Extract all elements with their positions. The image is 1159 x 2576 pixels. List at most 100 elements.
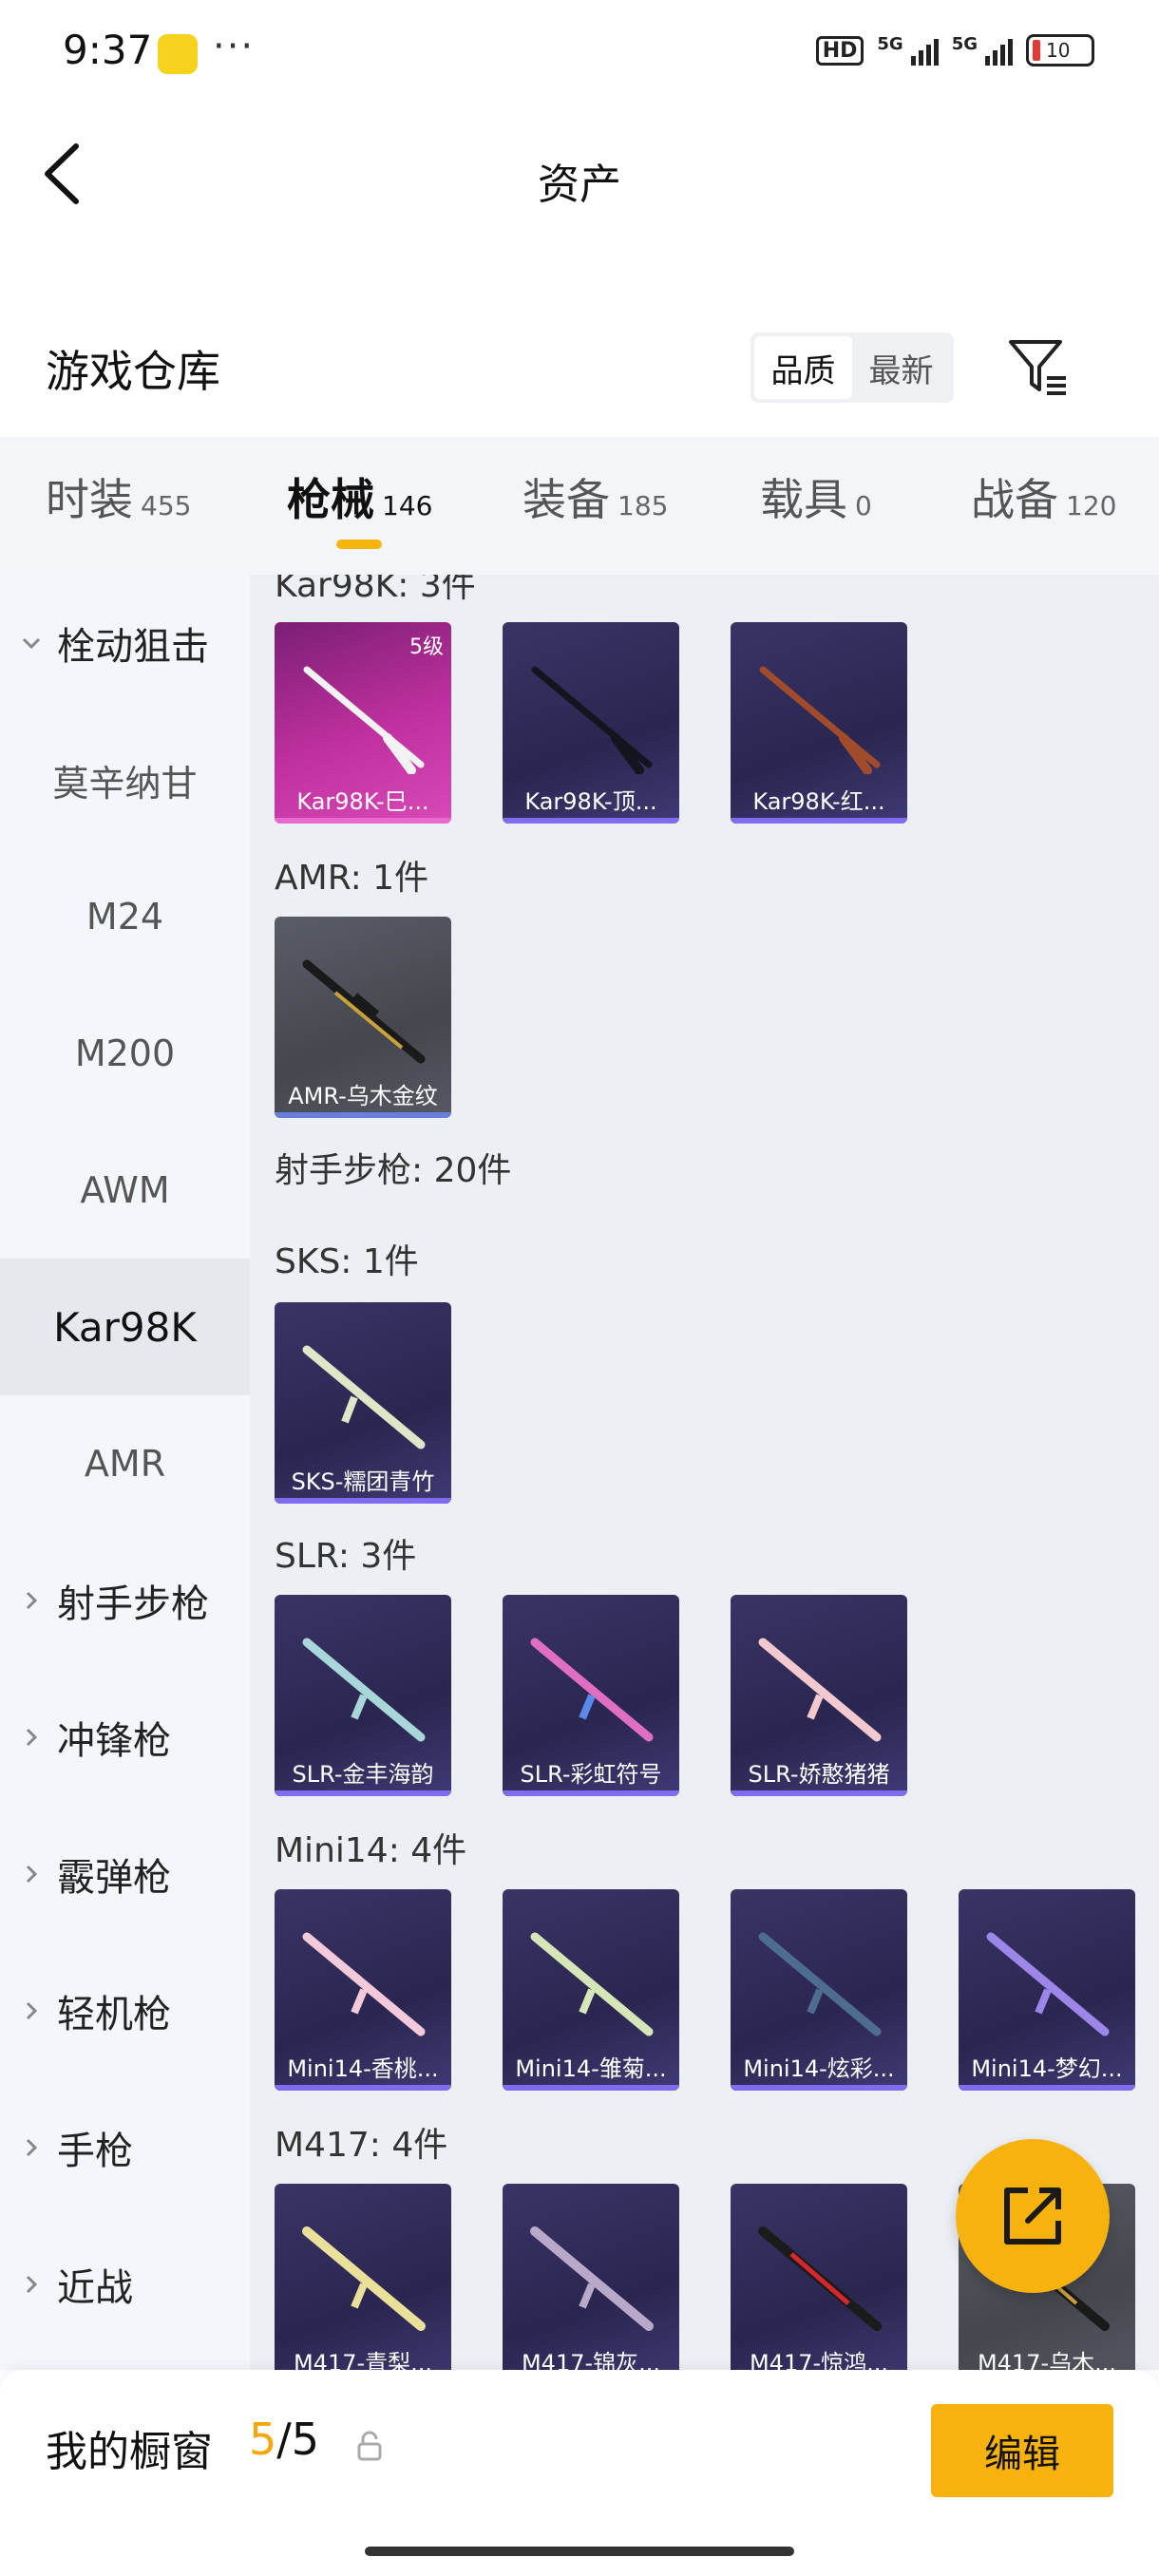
tab-vehicles[interactable]: 载具 0 [760,465,872,528]
share-icon [1004,2188,1061,2245]
section-label: 射手步枪: 20件 [275,1151,512,1190]
home-indicator[interactable] [365,2547,794,2556]
weapon-card[interactable]: Kar98K-红... [731,622,907,824]
section-label: Kar98K: 3件 [275,575,476,605]
weapon-card[interactable]: M417-青梨... [275,2184,451,2370]
status-bar: 9:37 ··· HD 5G 5G 10 [0,0,1159,104]
edit-button[interactable]: 编辑 [931,2404,1113,2497]
card-name: SLR-娇憨猪猪 [748,1761,890,1788]
tab-label: 载具 [760,474,847,525]
rifle-icon [302,1345,426,1449]
tab-equipment[interactable]: 装备 185 [522,465,668,528]
app-notification-icon [158,34,198,74]
tab-fashion[interactable]: 时装 455 [46,465,191,528]
hd-voice-icon: HD [815,35,864,66]
sidebar-group-shotgun[interactable]: 霰弹枪 [0,1806,250,1942]
signal-icon-2 [985,35,1013,66]
warehouse-title: 游戏仓库 [46,346,220,397]
chevron-right-icon [26,1591,38,1610]
rifle-icon [302,1638,426,1742]
tab-label: 战备 [971,474,1058,525]
rifle-icon [302,1932,426,2036]
sort-toggle: 品质 最新 [750,332,954,403]
weapon-card[interactable]: SLR-彩虹符号 [503,1595,679,1796]
sort-by-newest[interactable]: 最新 [852,336,950,399]
card-name: AMR-乌木金纹 [288,1083,438,1109]
tab-count: 146 [382,490,433,521]
filter-icon[interactable] [1007,336,1070,397]
rifle-icon [758,1932,882,2036]
sidebar-item-m200[interactable]: M200 [0,985,250,1122]
sidebar-group-pistol[interactable]: 手枪 [0,2079,250,2216]
weapon-card[interactable]: SLR-金丰海韵 [275,1595,451,1796]
showcase-count-total: 5 [291,2414,320,2465]
weapon-card[interactable]: AMR-乌木金纹 [275,917,451,1118]
sidebar-item-label: 冲锋枪 [57,1719,171,1763]
share-button[interactable] [956,2139,1110,2293]
status-time: 9:37 [63,27,153,73]
weapon-card[interactable]: M417-惊鸿... [731,2184,907,2370]
more-notifications-icon: ··· [213,25,256,68]
card-name: SLR-彩虹符号 [520,1761,662,1788]
tab-firearms[interactable]: 枪械 146 [287,465,432,528]
weapon-card[interactable]: Mini14-炫彩... [731,1889,907,2091]
section-label: SLR: 3件 [275,1537,417,1576]
rifle-icon [530,1638,654,1742]
network-type-2: 5G [951,34,978,54]
sidebar-group-bolt-sniper[interactable]: 栓动狙击 [0,575,250,711]
rifle-icon [530,1932,654,2036]
chevron-right-icon [26,1865,38,1884]
tab-label: 装备 [522,474,610,525]
chevron-right-icon [26,2275,38,2294]
card-name: M417-惊鸿... [749,2350,889,2370]
sidebar-item-label: 霰弹枪 [57,1856,171,1900]
sidebar-item-kar98k[interactable]: Kar98K [0,1259,250,1395]
card-name: Mini14-香桃... [287,2055,439,2082]
rifle-icon [303,666,425,774]
section-label: M417: 4件 [275,2126,448,2165]
rifle-icon [758,1638,882,1742]
rifle-icon [530,2226,654,2331]
showcase-count: 5/5 [249,2414,319,2465]
chevron-right-icon [26,1728,38,1747]
card-level-badge: 5级 [409,635,444,659]
sidebar-group-melee[interactable]: 近战 [0,2216,250,2353]
sidebar-group-lmg[interactable]: 轻机枪 [0,1942,250,2079]
sidebar-group-marksman[interactable]: 射手步枪 [0,1532,250,1669]
weapon-grid: Kar98K: 3件 5级 Kar98K-巳... Kar98K-顶... Ka… [250,575,1159,2370]
active-tab-indicator [336,540,382,549]
rifle-icon [302,2226,426,2331]
chevron-down-icon [22,637,41,650]
sort-by-quality[interactable]: 品质 [754,336,852,399]
weapon-card[interactable]: Mini14-雏菊... [503,1889,679,2091]
battery-level: 10 [1046,39,1071,62]
rifle-icon [531,666,653,774]
section-label: AMR: 1件 [275,859,429,898]
sidebar-item-amr[interactable]: AMR [0,1395,250,1532]
card-name: Kar98K-巳... [296,788,429,815]
showcase-label: 我的橱窗 [46,2428,213,2476]
network-type-1: 5G [877,34,903,54]
weapon-card[interactable]: Mini14-梦幻... [959,1889,1135,2091]
sidebar-item-label: 栓动狙击 [57,625,209,669]
weapon-card[interactable]: SKS-糯团青竹 [275,1302,451,1504]
rifle-icon [759,666,881,774]
sidebar-item-mosin[interactable]: 莫辛纳甘 [0,711,250,848]
weapon-card[interactable]: SLR-娇憨猪猪 [731,1595,907,1796]
weapon-card[interactable]: M417-锦灰... [503,2184,679,2370]
card-name: M417-乌木... [977,2350,1117,2370]
battery-icon: 10 [1026,34,1094,66]
sidebar-group-smg[interactable]: 冲锋枪 [0,1669,250,1806]
page-title: 资产 [538,161,621,209]
tab-supplies[interactable]: 战备 120 [971,465,1116,528]
weapon-card[interactable]: Kar98K-顶... [503,622,679,824]
section-label: SKS: 1件 [275,1242,419,1281]
tab-count: 0 [855,490,872,521]
weapon-card[interactable]: 5级 Kar98K-巳... [275,622,451,824]
sidebar-item-m24[interactable]: M24 [0,848,250,985]
sidebar-item-awm[interactable]: AWM [0,1122,250,1259]
tab-count: 185 [618,490,669,521]
weapon-card[interactable]: Mini14-香桃... [275,1889,451,2091]
showcase-count-used: 5 [249,2414,277,2465]
rifle-icon [986,1932,1110,2036]
